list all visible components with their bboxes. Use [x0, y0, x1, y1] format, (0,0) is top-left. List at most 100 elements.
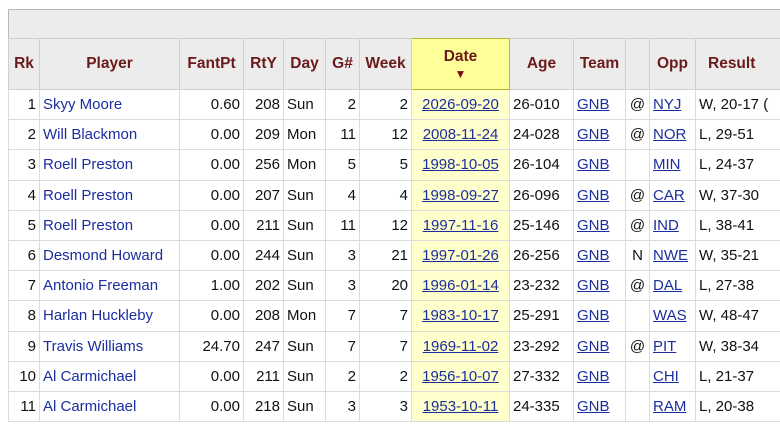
cell-game-number: 5: [325, 149, 360, 181]
table-row: 10 Al Carmichael 0.00 211 Sun 2 2 1956-10-07 27-…: [8, 360, 780, 392]
player-link[interactable]: Travis Williams: [43, 338, 143, 355]
team-link[interactable]: GNB: [577, 277, 610, 294]
cell-rank: 2: [8, 119, 40, 151]
cell-week: 7: [359, 330, 412, 362]
team-link[interactable]: GNB: [577, 187, 610, 204]
column-header-date[interactable]: Date ▼: [411, 38, 510, 90]
column-header-gnum[interactable]: G#: [325, 38, 360, 90]
player-link[interactable]: Al Carmichael: [43, 398, 136, 415]
player-link[interactable]: Roell Preston: [43, 187, 133, 204]
opponent-link[interactable]: WAS: [653, 307, 687, 324]
team-cell: GNB: [573, 179, 626, 211]
cell-game-number: 11: [325, 209, 360, 241]
cell-week: 2: [359, 360, 412, 392]
player-link[interactable]: Antonio Freeman: [43, 277, 158, 294]
cell-game-number: 2: [325, 88, 360, 121]
cell-fantpt: 0.00: [179, 360, 244, 392]
opponent-link[interactable]: PIT: [653, 338, 676, 355]
cell-location: @: [625, 209, 650, 241]
player-cell: Roell Preston: [39, 149, 180, 181]
cell-fantpt: 0.00: [179, 209, 244, 241]
column-header-date-label: Date: [443, 48, 478, 65]
team-link[interactable]: GNB: [577, 96, 610, 113]
cell-fantpt: 0.00: [179, 239, 244, 272]
player-cell: Al Carmichael: [39, 390, 180, 423]
player-link[interactable]: Roell Preston: [43, 217, 133, 234]
date-link[interactable]: 1969-11-02: [423, 338, 499, 355]
team-link[interactable]: GNB: [577, 126, 610, 143]
team-link[interactable]: GNB: [577, 398, 610, 415]
column-header-age[interactable]: Age: [509, 38, 574, 90]
cell-result: W, 48-47: [695, 300, 780, 332]
column-header-rty[interactable]: RtY: [243, 38, 284, 90]
date-link[interactable]: 1953-10-11: [423, 398, 499, 415]
cell-week: 2: [359, 88, 412, 121]
date-cell: 1953-10-11: [411, 390, 510, 423]
column-header-opp[interactable]: Opp: [649, 38, 696, 90]
opponent-cell: WAS: [649, 300, 696, 332]
opponent-link[interactable]: RAM: [653, 398, 686, 415]
cell-rank: 4: [8, 179, 40, 211]
date-link[interactable]: 1998-10-05: [422, 156, 499, 173]
date-cell: 1956-10-07: [411, 360, 510, 392]
date-link[interactable]: 1956-10-07: [422, 368, 499, 385]
column-header-result[interactable]: Result: [695, 38, 780, 90]
team-link[interactable]: GNB: [577, 338, 610, 355]
cell-day: Sun: [283, 390, 326, 423]
cell-game-number: 7: [325, 300, 360, 332]
date-link[interactable]: 1996-01-14: [422, 277, 499, 294]
column-header-location[interactable]: [625, 38, 650, 90]
table-toolbar: [8, 9, 780, 38]
player-link[interactable]: Harlan Huckleby: [43, 307, 153, 324]
team-link[interactable]: GNB: [577, 156, 610, 173]
cell-week: 12: [359, 209, 412, 241]
date-link[interactable]: 2026-09-20: [422, 96, 499, 113]
team-link[interactable]: GNB: [577, 307, 610, 324]
cell-age: 26-096: [509, 179, 574, 211]
player-link[interactable]: Will Blackmon: [43, 126, 137, 143]
team-cell: GNB: [573, 330, 626, 362]
opponent-link[interactable]: CHI: [653, 368, 679, 385]
player-cell: Roell Preston: [39, 179, 180, 211]
opponent-link[interactable]: NOR: [653, 126, 686, 143]
cell-game-number: 11: [325, 119, 360, 151]
date-link[interactable]: 1998-09-27: [422, 187, 499, 204]
team-cell: GNB: [573, 390, 626, 423]
team-link[interactable]: GNB: [577, 247, 610, 264]
opponent-link[interactable]: CAR: [653, 187, 685, 204]
player-link[interactable]: Desmond Howard: [43, 247, 163, 264]
opponent-link[interactable]: IND: [653, 217, 679, 234]
table-row: 2 Will Blackmon 0.00 209 Mon 11 12 2008-11-24 24…: [8, 119, 780, 151]
opponent-link[interactable]: NYJ: [653, 96, 681, 113]
cell-age: 25-146: [509, 209, 574, 241]
column-header-day[interactable]: Day: [283, 38, 326, 90]
cell-week: 4: [359, 179, 412, 211]
date-cell: 1983-10-17: [411, 300, 510, 332]
player-link[interactable]: Skyy Moore: [43, 96, 122, 113]
date-link[interactable]: 1997-01-26: [422, 247, 499, 264]
table-row: 6 Desmond Howard 0.00 244 Sun 3 21 1997-01-26 26…: [8, 239, 780, 272]
date-link[interactable]: 2008-11-24: [423, 126, 499, 143]
opponent-link[interactable]: NWE: [653, 247, 688, 264]
column-header-player[interactable]: Player: [39, 38, 180, 90]
cell-fantpt: 0.00: [179, 300, 244, 332]
cell-rty: 208: [243, 300, 284, 332]
date-link[interactable]: 1983-10-17: [422, 307, 499, 324]
column-header-rk[interactable]: Rk: [8, 38, 40, 90]
column-header-week[interactable]: Week: [359, 38, 412, 90]
cell-rty: 202: [243, 270, 284, 302]
column-header-team[interactable]: Team: [573, 38, 626, 90]
opponent-link[interactable]: MIN: [653, 156, 681, 173]
opponent-cell: PIT: [649, 330, 696, 362]
player-link[interactable]: Al Carmichael: [43, 368, 136, 385]
cell-rank: 1: [8, 88, 40, 121]
cell-location: N: [625, 239, 650, 272]
date-link[interactable]: 1997-11-16: [423, 217, 499, 234]
team-link[interactable]: GNB: [577, 368, 610, 385]
opponent-link[interactable]: DAL: [653, 277, 682, 294]
player-link[interactable]: Roell Preston: [43, 156, 133, 173]
column-header-fantpt[interactable]: FantPt: [179, 38, 244, 90]
team-cell: GNB: [573, 360, 626, 392]
cell-fantpt: 0.00: [179, 149, 244, 181]
team-link[interactable]: GNB: [577, 217, 610, 234]
